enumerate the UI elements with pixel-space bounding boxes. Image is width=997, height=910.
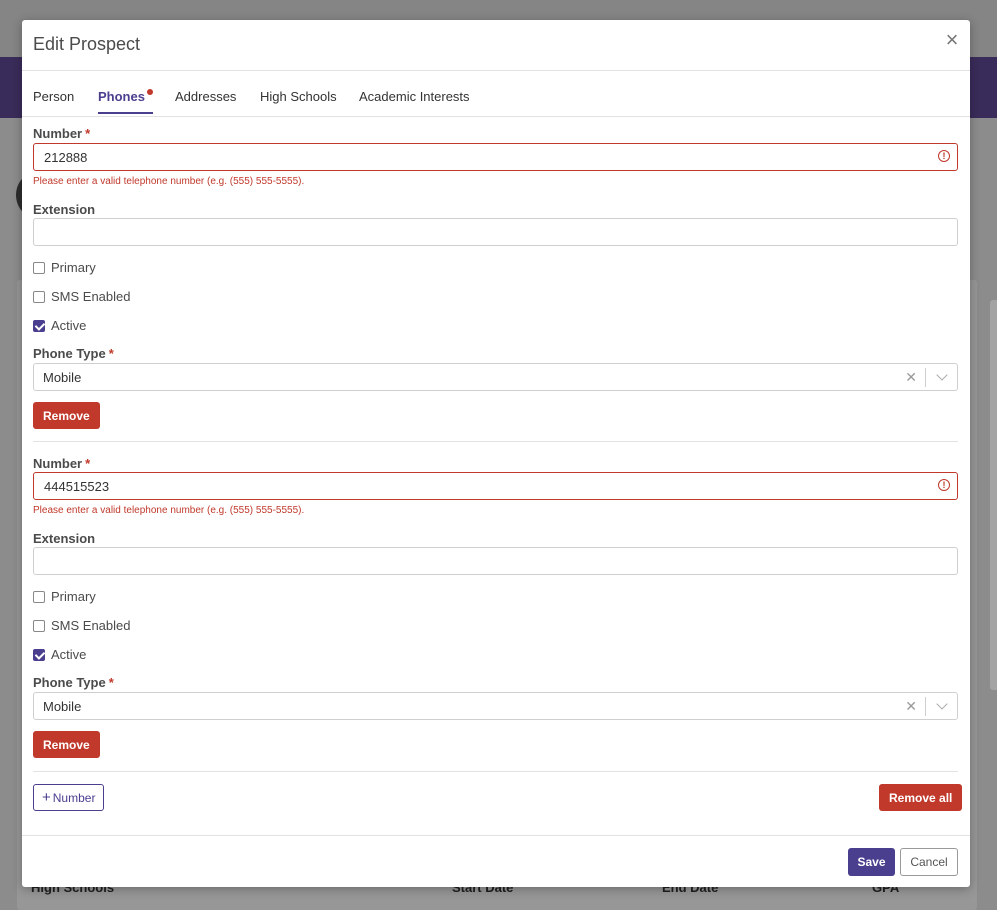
select-separator [925, 697, 926, 716]
sms-enabled-label: SMS Enabled [51, 618, 131, 633]
phone-2-extension-wrap [33, 547, 958, 575]
remove-all-button[interactable]: Remove all [879, 784, 963, 811]
active-label: Active [51, 318, 87, 333]
error-dot-icon [146, 89, 153, 95]
tab-person-label: Person [33, 89, 75, 104]
chevron-down-icon[interactable] [936, 369, 948, 381]
modal-header: Edit Prospect × [22, 20, 970, 71]
phone-2-number-input[interactable] [33, 472, 958, 500]
tab-high-schools-label: High Schools [260, 89, 337, 104]
phone-2-number-group: Number * [33, 456, 958, 471]
cancel-button[interactable]: Cancel [900, 848, 958, 876]
phone-2-extension-label: Extension [33, 531, 96, 546]
tab-addresses[interactable]: Addresses [175, 89, 236, 112]
modal-footer-divider [22, 835, 970, 836]
phone-type-value: Mobile [43, 370, 82, 385]
checkbox-unchecked-icon[interactable] [33, 590, 45, 603]
number-label: Number * [33, 126, 91, 141]
primary-label: Primary [51, 260, 96, 275]
primary-label: Primary [51, 589, 96, 604]
add-number-button[interactable]: + Number [33, 784, 105, 811]
phone-1-extension-input[interactable] [33, 218, 958, 246]
phone-2-remove-button[interactable]: Remove [33, 731, 100, 758]
tab-phones[interactable]: Phones [98, 89, 153, 114]
checkbox-unchecked-icon[interactable] [33, 290, 45, 303]
plus-icon: + [42, 789, 51, 806]
select-separator [925, 368, 926, 387]
phone-1-number-group: Number * [33, 126, 958, 141]
tab-person[interactable]: Person [33, 89, 74, 112]
tab-academic-interests[interactable]: Academic Interests [359, 89, 470, 112]
phone-1-phone-type-select[interactable]: Mobile ✕ [33, 363, 958, 391]
background-side-panel [990, 300, 997, 690]
phone-2-active-checkbox[interactable]: Active [33, 647, 86, 662]
phone-1-remove-button[interactable]: Remove [33, 402, 100, 429]
phone-2-phone-type-wrap: Mobile ✕ [33, 692, 958, 720]
save-button[interactable]: Save [848, 848, 895, 876]
phone-2-phone-type-label: Phone Type * [33, 675, 114, 690]
tab-phones-label: Phones [98, 89, 145, 104]
phone-1-number-field-wrap: ! Please enter a valid telephone number … [33, 143, 958, 187]
close-icon[interactable]: × [942, 29, 962, 51]
phone-1-active-checkbox[interactable]: Active [33, 318, 86, 333]
number-label: Number * [33, 456, 91, 471]
phone-divider [33, 441, 958, 442]
clear-icon[interactable]: ✕ [905, 698, 917, 715]
modal-title: Edit Prospect [33, 34, 141, 54]
phone-1-number-input[interactable] [33, 143, 958, 171]
phone-1-phone-type-wrap: Mobile ✕ [33, 363, 958, 391]
tab-academic-interests-label: Academic Interests [359, 89, 470, 104]
phone-2-primary-checkbox[interactable]: Primary [33, 589, 96, 604]
active-label: Active [51, 647, 87, 662]
checkbox-checked-icon[interactable] [33, 648, 45, 661]
error-icon: ! [938, 479, 950, 491]
tab-addresses-label: Addresses [175, 89, 237, 104]
sms-enabled-label: SMS Enabled [51, 289, 131, 304]
phone-1-sms-checkbox[interactable]: SMS Enabled [33, 289, 131, 304]
phone-1-primary-checkbox[interactable]: Primary [33, 260, 96, 275]
edit-prospect-modal: Edit Prospect × Person Phones Addresses … [22, 20, 970, 887]
tab-high-schools[interactable]: High Schools [260, 89, 337, 112]
clear-icon[interactable]: ✕ [905, 369, 917, 386]
phone-2-extension-input[interactable] [33, 547, 958, 575]
add-number-label: Number [52, 790, 96, 805]
phone-2-phone-type-select[interactable]: Mobile ✕ [33, 692, 958, 720]
phone-1-error-message: Please enter a valid telephone number (e… [33, 176, 305, 187]
error-icon: ! [938, 150, 950, 162]
checkbox-unchecked-icon[interactable] [33, 261, 45, 274]
checkbox-unchecked-icon[interactable] [33, 619, 45, 632]
actions-divider [33, 771, 958, 772]
checkbox-checked-icon[interactable] [33, 319, 45, 332]
phone-1-extension-wrap [33, 218, 958, 246]
tab-bar: Person Phones Addresses High Schools Aca… [22, 71, 970, 117]
phone-type-value: Mobile [43, 699, 82, 714]
phone-2-number-field-wrap: ! Please enter a valid telephone number … [33, 472, 958, 516]
phone-1-phone-type-label: Phone Type * [33, 346, 114, 361]
chevron-down-icon[interactable] [936, 698, 948, 710]
phone-2-error-message: Please enter a valid telephone number (e… [33, 505, 305, 516]
phone-1-extension-label: Extension [33, 202, 96, 217]
phone-2-sms-checkbox[interactable]: SMS Enabled [33, 618, 131, 633]
